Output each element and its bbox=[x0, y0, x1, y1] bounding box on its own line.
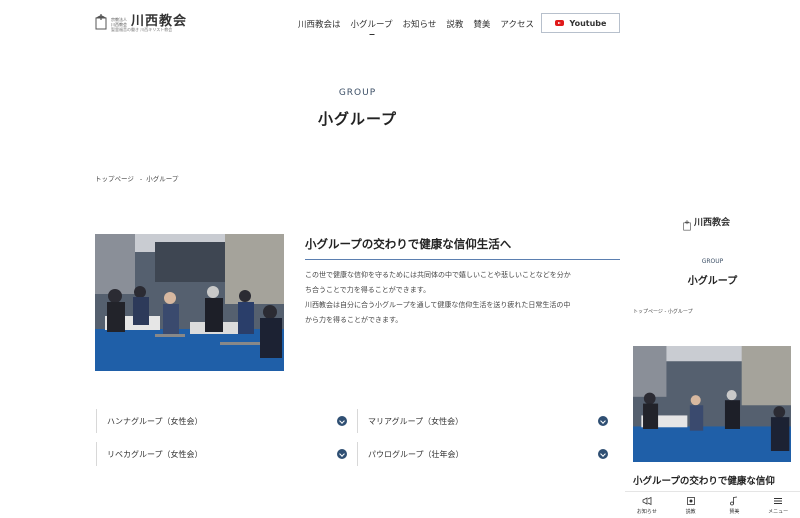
megaphone-icon bbox=[642, 496, 652, 505]
mobile-tab-news[interactable]: お知らせ bbox=[625, 492, 669, 518]
group-accordion-label: パウログループ（壮年会） bbox=[368, 449, 464, 459]
book-icon bbox=[686, 496, 695, 505]
section-text-line: 川西教会は自分に合う小グループを通して健康な信仰生活を送り疲れた日常生活の中 bbox=[305, 301, 571, 309]
site-logo[interactable]: 宗教法人 川西教会 川西教会 聖霊福音の働き 川西キリスト教会 bbox=[95, 14, 187, 32]
logo-subtitle: 聖霊福音の働き 川西キリスト教会 bbox=[111, 27, 173, 32]
group-accordion-paul[interactable]: パウログループ（壮年会） bbox=[357, 442, 612, 466]
mobile-breadcrumb: トップページ - 小グループ bbox=[633, 309, 693, 315]
page-title-en: GROUP bbox=[338, 88, 377, 98]
youtube-button[interactable]: Youtube bbox=[541, 13, 620, 33]
mobile-logo-text: 川西教会 bbox=[694, 218, 731, 228]
mobile-group-photo bbox=[633, 346, 791, 462]
mobile-tab-menu[interactable]: メニュー bbox=[756, 492, 800, 518]
hamburger-menu-icon bbox=[774, 497, 783, 504]
page-title: 小グループ bbox=[317, 110, 398, 128]
breadcrumb-separator: - bbox=[139, 175, 143, 183]
group-accordion-label: リベカグループ（女性会） bbox=[107, 449, 203, 459]
mobile-tab-praise[interactable]: 賛美 bbox=[713, 492, 757, 518]
mobile-tab-label: メニュー bbox=[768, 508, 789, 515]
mobile-preview: 川西教会 GROUP 小グループ トップページ - 小グループ 小グループの交わ… bbox=[625, 200, 800, 518]
church-logo-icon bbox=[95, 14, 107, 30]
chevron-down-icon bbox=[337, 449, 347, 459]
group-photo bbox=[95, 234, 284, 371]
group-accordion-label: ハンナグループ（女性会） bbox=[107, 416, 203, 426]
logo-small-text: 宗教法人 川西教会 bbox=[111, 17, 127, 27]
breadcrumb-home[interactable]: トップページ bbox=[95, 175, 134, 183]
chevron-down-icon bbox=[337, 416, 347, 426]
nav-item-sermon[interactable]: 説教 bbox=[446, 18, 463, 30]
mobile-tab-label: お知らせ bbox=[636, 508, 657, 515]
section-text-line: この世で健康な信仰を守るためには共同体の中で嬉しいことや悲しいことなどを分か bbox=[305, 271, 571, 279]
breadcrumb-current: 小グループ bbox=[146, 175, 179, 183]
group-accordion-maria[interactable]: マリアグループ（女性会） bbox=[357, 409, 612, 433]
section-body: この世で健康な信仰を守るためには共同体の中で嬉しいことや悲しいことなどを分か ち… bbox=[305, 268, 625, 328]
youtube-label: Youtube bbox=[569, 18, 607, 28]
section-text-line: から力を得ることができます。 bbox=[305, 316, 403, 324]
section-text-line: ち合うことで力を得ることができます。 bbox=[305, 286, 431, 294]
mobile-section-heading: 小グループの交わりで健康な信仰 bbox=[633, 476, 775, 487]
mobile-tab-label: 説教 bbox=[685, 508, 696, 515]
mobile-logo[interactable]: 川西教会 bbox=[683, 215, 731, 231]
youtube-icon bbox=[554, 20, 564, 26]
nav-item-group[interactable]: 小グループ bbox=[351, 18, 393, 30]
section-heading: 小グループの交わりで健康な信仰生活へ bbox=[305, 236, 620, 260]
music-note-icon bbox=[730, 496, 738, 505]
breadcrumb: トップページ - 小グループ bbox=[95, 173, 178, 183]
mobile-tab-label: 賛美 bbox=[729, 508, 740, 515]
chevron-down-icon bbox=[598, 416, 608, 426]
group-accordion-rebecca[interactable]: リベカグループ（女性会） bbox=[96, 442, 351, 466]
mobile-bottom-bar: お知らせ 説教 賛美 メニュー bbox=[625, 491, 800, 518]
nav-item-access[interactable]: アクセス bbox=[500, 18, 534, 30]
nav-item-news[interactable]: お知らせ bbox=[403, 18, 437, 30]
nav-item-about[interactable]: 川西教会は bbox=[298, 18, 341, 30]
chevron-down-icon bbox=[598, 449, 608, 459]
mobile-page-title-en: GROUP bbox=[701, 258, 724, 265]
nav-item-praise[interactable]: 賛美 bbox=[473, 18, 490, 30]
group-accordion-label: マリアグループ（女性会） bbox=[368, 416, 464, 426]
mobile-page-title: 小グループ bbox=[687, 276, 738, 287]
group-accordion-hanna[interactable]: ハンナグループ（女性会） bbox=[96, 409, 351, 433]
church-logo-icon bbox=[683, 216, 691, 231]
mobile-tab-sermon[interactable]: 説教 bbox=[669, 492, 713, 518]
main-nav: 川西教会は 小グループ お知らせ 説教 賛美 アクセス bbox=[298, 18, 534, 30]
